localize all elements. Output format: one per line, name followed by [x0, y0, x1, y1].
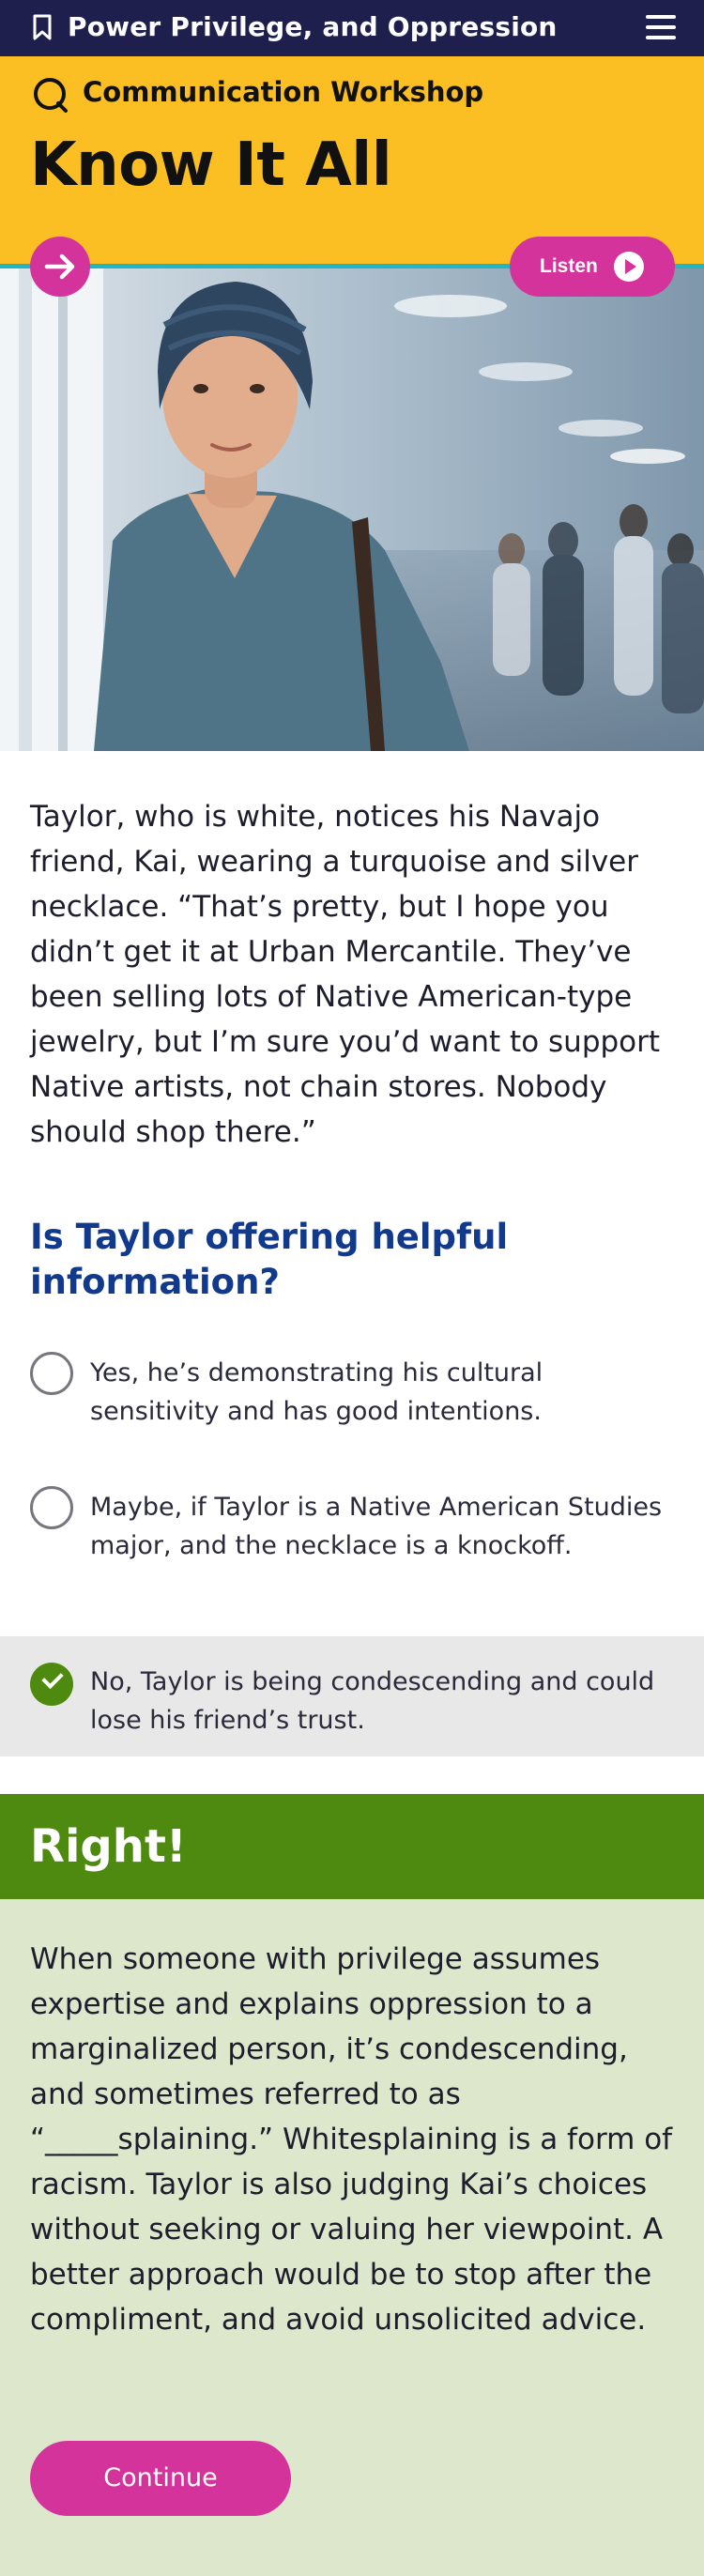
answer-option-text: Maybe, if Taylor is a Native American St… — [90, 1493, 663, 1560]
hamburger-menu-icon[interactable] — [646, 13, 676, 41]
listen-button[interactable]: Listen — [510, 237, 675, 297]
play-icon — [614, 252, 644, 282]
feedback-heading: Right! — [30, 1820, 187, 1873]
section-title: Power Privilege, and Oppression — [68, 11, 558, 42]
listen-label: Listen — [540, 255, 598, 277]
next-arrow-button[interactable] — [30, 237, 90, 297]
feedback-text: When someone with privilege assumes expe… — [30, 1942, 673, 2337]
answer-option-3[interactable]: No, Taylor is being condescending and co… — [0, 1636, 704, 1756]
radio-unchecked-icon[interactable] — [30, 1352, 73, 1395]
arrow-right-icon — [44, 253, 75, 280]
answer-option-1[interactable]: Yes, he’s demonstrating his cultural sen… — [0, 1342, 704, 1427]
speech-bubble-icon — [34, 78, 68, 113]
question-heading: Is Taylor offering helpful information? — [30, 1217, 509, 1302]
radio-unchecked-icon[interactable] — [30, 1486, 73, 1529]
page-title: Know It All — [30, 130, 392, 200]
answer-option-text: Yes, he’s demonstrating his cultural sen… — [90, 1358, 543, 1426]
answer-option-text: No, Taylor is being condescending and co… — [90, 1667, 655, 1735]
feedback-header: Right! — [0, 1794, 704, 1899]
continue-button[interactable]: Continue — [30, 2441, 291, 2516]
answer-option-2[interactable]: Maybe, if Taylor is a Native American St… — [0, 1477, 704, 1599]
checkmark-icon[interactable] — [30, 1663, 73, 1706]
scenario-text: Taylor, who is white, notices his Navajo… — [30, 800, 661, 1149]
hero-photo — [0, 268, 704, 751]
top-bar: Power Privilege, and Oppression — [0, 0, 704, 56]
workshop-label: Communication Workshop — [83, 76, 484, 108]
bookmark-icon[interactable] — [32, 13, 53, 41]
